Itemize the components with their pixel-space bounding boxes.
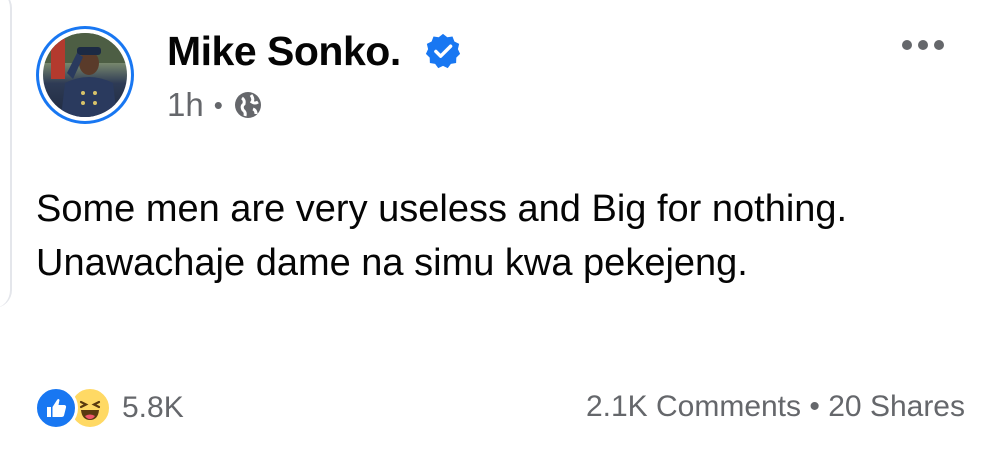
verified-badge-icon — [425, 33, 461, 69]
reaction-summary[interactable]: 5.8K — [34, 386, 184, 430]
more-dot-icon — [918, 40, 928, 50]
author-avatar[interactable] — [36, 26, 134, 124]
more-dot-icon — [934, 40, 944, 50]
comments-count-link[interactable]: 2.1K Comments — [586, 390, 801, 423]
more-options-button[interactable] — [902, 40, 944, 50]
post-meta: 1h • — [167, 86, 263, 124]
post-timestamp[interactable]: 1h — [167, 86, 204, 124]
avatar-figure-icon — [43, 33, 127, 117]
meta-separator: • — [213, 89, 223, 120]
engagement-stats: 2.1K Comments • 20 Shares — [586, 390, 965, 424]
shares-count-link[interactable]: 20 Shares — [828, 390, 965, 423]
like-reaction-icon — [34, 386, 78, 430]
post-body-text: Some men are very useless and Big for no… — [36, 188, 848, 284]
globe-icon[interactable] — [233, 90, 263, 120]
avatar-photo — [43, 33, 127, 117]
author-name[interactable]: Mike Sonko. — [167, 28, 401, 75]
previous-post-edge — [0, 0, 12, 308]
engagement-separator: • — [809, 390, 820, 423]
reaction-count: 5.8K — [122, 391, 184, 424]
more-dot-icon — [902, 40, 912, 50]
